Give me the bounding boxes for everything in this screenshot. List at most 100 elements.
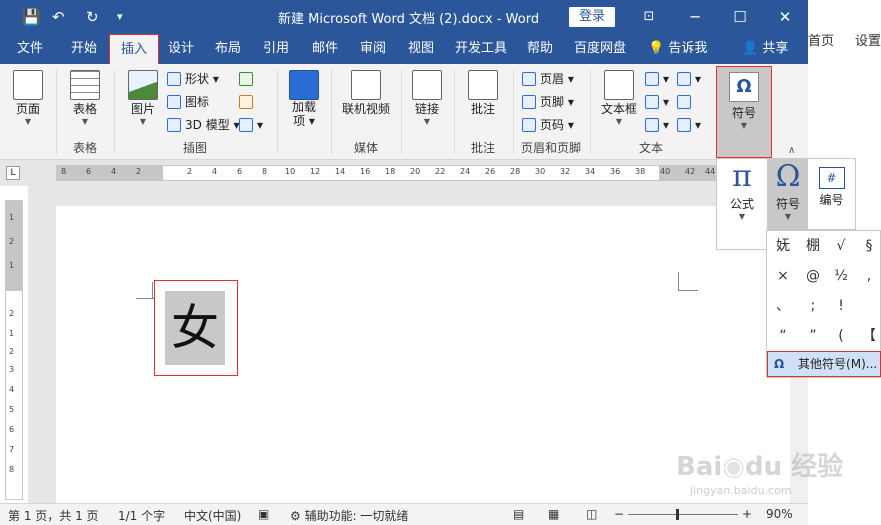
online-video-button[interactable]: 联机视频 <box>338 70 394 117</box>
tell-me-label: 告诉我 <box>668 41 708 56</box>
zoom-slider-thumb[interactable] <box>675 509 679 520</box>
tab-home[interactable]: 开始 <box>62 34 106 64</box>
symbol-cell[interactable]: 妩 <box>769 231 797 261</box>
symbol-cell[interactable]: @ <box>799 261 827 291</box>
group-label-illustrations: 插图 <box>182 141 207 155</box>
quick-parts-button[interactable]: ▾ <box>645 69 669 89</box>
ribbon-display-options-icon[interactable]: ⊡ <box>636 5 662 29</box>
vertical-ruler[interactable]: 1 2 1 2 1 2 3 4 5 6 7 8 <box>5 200 23 500</box>
ruler-strip[interactable]: 8 6 4 2 2 4 6 8 10 12 14 16 18 20 22 24 … <box>56 165 716 181</box>
symbol-cell[interactable]: ( <box>827 321 855 351</box>
tab-view[interactable]: 视图 <box>400 34 442 64</box>
tab-developer[interactable]: 开发工具 <box>451 34 511 64</box>
3d-model-button[interactable]: 3D 模型 ▾ <box>167 115 240 135</box>
header-button[interactable]: 页眉 ▾ <box>522 69 574 89</box>
zoom-level[interactable]: 90% <box>766 507 793 521</box>
minimize-icon[interactable]: ─ <box>682 5 708 29</box>
zoom-out-icon[interactable]: − <box>614 507 624 521</box>
wordart-button[interactable]: ▾ <box>645 92 669 112</box>
tell-me-box[interactable]: 💡 告诉我 <box>648 34 707 64</box>
table-button[interactable]: 表格 ▼ <box>65 70 105 127</box>
symbol-cell[interactable] <box>855 291 881 321</box>
screenshot-icon <box>239 118 253 132</box>
status-words[interactable]: 1/1 个字 <box>118 507 165 524</box>
equation-button[interactable]: π 公式 ▼ <box>719 159 765 251</box>
status-page[interactable]: 第 1 页，共 1 页 <box>8 507 99 524</box>
tab-review[interactable]: 审阅 <box>352 34 394 64</box>
icons-icon <box>167 95 181 109</box>
bg-nav-settings[interactable]: 设置 <box>855 30 881 49</box>
comment-button[interactable]: 批注 <box>463 70 503 117</box>
symbol-cell[interactable]: 、 <box>769 291 797 321</box>
symbol-cell[interactable]: ; <box>799 291 827 321</box>
ruler-tick: 2 <box>9 347 15 356</box>
share-button[interactable]: 👤 共享 <box>742 34 788 64</box>
tab-stop-selector[interactable]: L <box>6 166 20 180</box>
zoom-slider[interactable] <box>628 514 738 515</box>
symbol-cell[interactable]: 棚 <box>799 231 827 261</box>
login-button[interactable]: 登录 <box>569 7 615 27</box>
dropcap-button[interactable]: ▾ <box>645 115 669 135</box>
status-accessibility[interactable]: ⚙ 辅助功能: 一切就绪 <box>290 507 408 524</box>
group-media: 联机视频 媒体 <box>332 64 400 160</box>
selected-character[interactable]: 女 <box>165 291 225 365</box>
addins-button[interactable]: 加载项 ▾ <box>284 70 324 128</box>
ruler-tick: 2 <box>9 309 15 318</box>
print-layout-icon[interactable]: ▦ <box>548 507 559 521</box>
object-button[interactable]: ▾ <box>677 115 701 135</box>
customize-quick-access-icon[interactable]: ▾ <box>117 7 123 27</box>
tab-mailings[interactable]: 邮件 <box>304 34 346 64</box>
icons-button[interactable]: 图标 <box>167 92 209 112</box>
page-button[interactable]: 页面 ▼ <box>8 70 48 127</box>
close-icon[interactable]: ✕ <box>772 5 798 29</box>
collapse-ribbon-icon[interactable]: ∧ <box>788 145 795 156</box>
tab-references[interactable]: 引用 <box>255 34 297 64</box>
ruler-tick: 16 <box>360 167 371 176</box>
symbol-cell[interactable]: ! <box>827 291 855 321</box>
redo-icon[interactable]: ↻ <box>86 7 99 27</box>
symbol-cell[interactable]: , <box>855 261 881 291</box>
signature-icon <box>677 72 691 86</box>
date-time-button[interactable] <box>677 92 695 112</box>
symbol-cell[interactable]: § <box>855 231 881 261</box>
chart-button[interactable] <box>239 92 257 112</box>
read-mode-icon[interactable]: ▤ <box>513 507 524 521</box>
tab-insert[interactable]: 插入 <box>109 34 159 65</box>
maximize-icon[interactable]: ☐ <box>727 5 753 29</box>
textbox-button[interactable]: 文本框 ▼ <box>597 70 641 127</box>
symbol-cell[interactable]: × <box>769 261 797 291</box>
tab-help[interactable]: 帮助 <box>518 34 562 64</box>
picture-button[interactable]: 图片 ▼ <box>123 70 163 127</box>
zoom-in-icon[interactable]: + <box>742 507 752 521</box>
save-icon[interactable]: 💾 <box>22 7 41 27</box>
symbol-cell[interactable]: ” <box>799 321 827 351</box>
symbol-cell[interactable]: ½ <box>827 261 855 291</box>
symbol-cell[interactable]: “ <box>769 321 797 351</box>
smartart-button[interactable] <box>239 69 257 89</box>
tab-design[interactable]: 设计 <box>160 34 202 64</box>
proofing-icon[interactable]: ▣ <box>258 507 269 521</box>
footer-button[interactable]: 页脚 ▾ <box>522 92 574 112</box>
symbol-cell[interactable]: √ <box>827 231 855 261</box>
symbol-cell[interactable]: 【 <box>855 321 881 351</box>
page-number-button[interactable]: 页码 ▾ <box>522 115 574 135</box>
link-button[interactable]: 链接 ▼ <box>407 70 447 127</box>
numbering-button[interactable]: # 编号 <box>808 158 856 230</box>
undo-icon[interactable]: ↶ <box>52 7 65 27</box>
ruler-tick: 38 <box>635 167 646 176</box>
tab-layout[interactable]: 布局 <box>207 34 249 64</box>
web-layout-icon[interactable]: ◫ <box>586 507 597 521</box>
signature-line-button[interactable]: ▾ <box>677 69 701 89</box>
status-language[interactable]: 中文(中国) <box>184 507 241 524</box>
bg-nav-home[interactable]: 首页 <box>808 30 834 49</box>
symbol-ribbon-button[interactable]: Ω 符号 ▼ <box>716 66 772 158</box>
shapes-button[interactable]: 形状 ▾ <box>167 69 219 89</box>
tab-baidu-netdisk[interactable]: 百度网盘 <box>570 34 630 64</box>
more-symbols-menu-item[interactable]: Ω 其他符号(M)... <box>767 351 881 377</box>
screenshot-button[interactable]: ▾ <box>239 115 263 135</box>
group-label-header-footer: 页眉和页脚 <box>520 141 581 155</box>
tab-file[interactable]: 文件 <box>8 34 52 64</box>
chevron-down-icon: ▼ <box>139 117 147 126</box>
ruler-tick: 4 <box>212 167 218 176</box>
ruler-tick: 32 <box>560 167 571 176</box>
